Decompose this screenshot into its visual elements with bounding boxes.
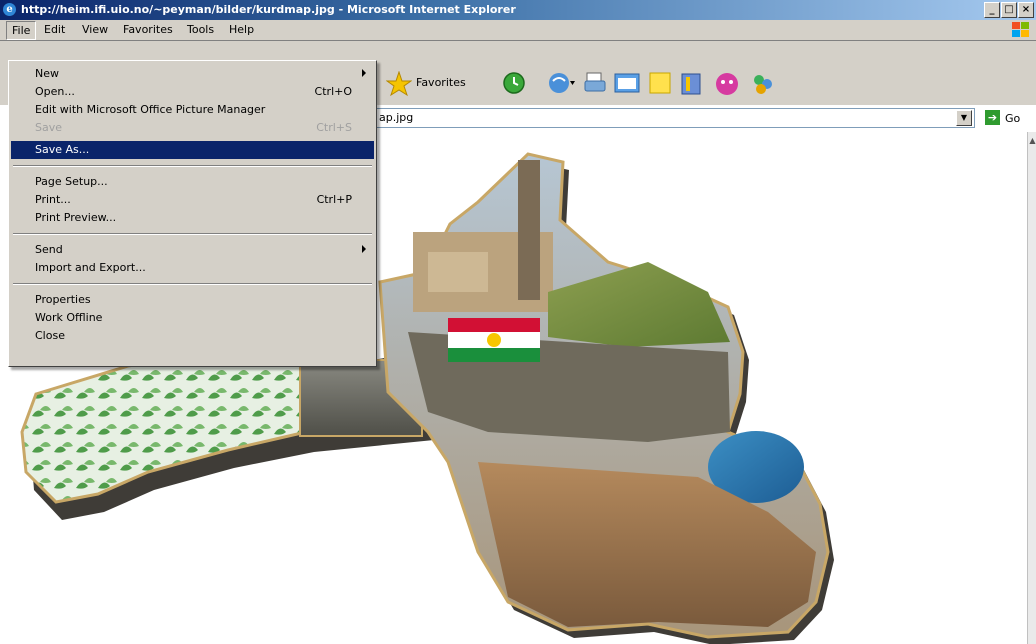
menu-item-page-setup[interactable]: Page Setup...: [11, 173, 374, 191]
address-field[interactable]: ap.jpg: [376, 108, 975, 128]
menu-item-print[interactable]: Print... Ctrl+P: [11, 191, 374, 209]
edit-page-icon[interactable]: [614, 71, 640, 95]
internet-explorer-icon: e: [3, 3, 16, 16]
mail-icon[interactable]: [548, 71, 576, 95]
menu-item-label: Send: [35, 243, 63, 256]
favorites-button[interactable]: Favorites: [416, 76, 466, 89]
menu-item-save: Save Ctrl+S: [11, 119, 374, 137]
menu-item-label: Work Offline: [35, 311, 103, 324]
go-arrow-icon[interactable]: ➔: [985, 110, 1000, 125]
menu-item-label: Save As...: [35, 143, 90, 156]
menu-item-print-preview[interactable]: Print Preview...: [11, 209, 374, 227]
menu-item-label: Edit with Microsoft Office Picture Manag…: [35, 103, 266, 116]
menu-favorites[interactable]: Favorites: [123, 23, 173, 36]
menu-item-label: Close: [35, 329, 65, 342]
research-icon[interactable]: [678, 71, 704, 97]
menu-item-shortcut: Ctrl+S: [316, 121, 352, 134]
menu-item-label: Print Preview...: [35, 211, 117, 224]
title-bar[interactable]: e http://heim.ifi.uio.no/~peyman/bilder/…: [0, 0, 1036, 20]
menu-item-send[interactable]: Send: [11, 241, 374, 259]
menu-edit[interactable]: Edit: [44, 23, 65, 36]
vertical-scrollbar[interactable]: ▲: [1027, 132, 1036, 644]
menu-item-properties[interactable]: Properties: [11, 291, 374, 309]
menu-item-label: Open...: [35, 85, 75, 98]
menu-separator: [13, 283, 372, 285]
notes-icon[interactable]: [648, 71, 672, 95]
address-dropdown-icon[interactable]: ▼: [956, 110, 972, 126]
go-button[interactable]: Go: [1005, 112, 1020, 125]
messenger-icon[interactable]: [714, 71, 740, 97]
menu-item-edit-with-picture-manager[interactable]: Edit with Microsoft Office Picture Manag…: [11, 101, 374, 119]
history-icon[interactable]: [502, 71, 526, 95]
menu-item-label: Import and Export...: [35, 261, 146, 274]
menu-item-shortcut: Ctrl+P: [316, 193, 352, 206]
menu-help[interactable]: Help: [229, 23, 254, 36]
menu-item-label: New: [35, 67, 59, 80]
menu-bar: File Edit View Favorites Tools Help: [0, 20, 1036, 41]
menu-item-work-offline[interactable]: Work Offline: [11, 309, 374, 327]
menu-separator: [13, 233, 372, 235]
menu-item-close[interactable]: Close: [11, 327, 374, 345]
minimize-button[interactable]: _: [984, 2, 1000, 18]
submenu-arrow-icon: [362, 69, 366, 77]
menu-separator: [13, 165, 372, 167]
windows-logo-icon: [1012, 22, 1029, 37]
print-icon[interactable]: [584, 71, 606, 95]
menu-file[interactable]: File: [6, 21, 37, 40]
favorites-star-icon[interactable]: [386, 71, 412, 97]
window-buttons: _ □ ×: [983, 2, 1034, 18]
menu-item-shortcut: Ctrl+O: [314, 85, 352, 98]
menu-item-label: Save: [35, 121, 63, 134]
menu-item-open[interactable]: Open... Ctrl+O: [11, 83, 374, 101]
menu-tools[interactable]: Tools: [187, 23, 214, 36]
menu-item-new[interactable]: New: [11, 65, 374, 83]
menu-item-label: Page Setup...: [35, 175, 108, 188]
submenu-arrow-icon: [362, 245, 366, 253]
close-button[interactable]: ×: [1018, 2, 1034, 18]
menu-item-import-export[interactable]: Import and Export...: [11, 259, 374, 277]
address-value: ap.jpg: [379, 111, 414, 124]
menu-item-save-as[interactable]: Save As...: [11, 141, 374, 159]
file-menu-dropdown: New Open... Ctrl+O Edit with Microsoft O…: [8, 60, 377, 367]
window-title: http://heim.ifi.uio.no/~peyman/bilder/ku…: [21, 3, 516, 16]
menu-item-label: Print...: [35, 193, 71, 206]
maximize-button[interactable]: □: [1001, 2, 1017, 18]
menu-view[interactable]: View: [82, 23, 108, 36]
menu-item-label: Properties: [35, 293, 91, 306]
users-icon[interactable]: [750, 71, 776, 97]
kurdistan-flag-icon: [448, 318, 540, 362]
scroll-up-icon[interactable]: ▲: [1028, 136, 1036, 146]
